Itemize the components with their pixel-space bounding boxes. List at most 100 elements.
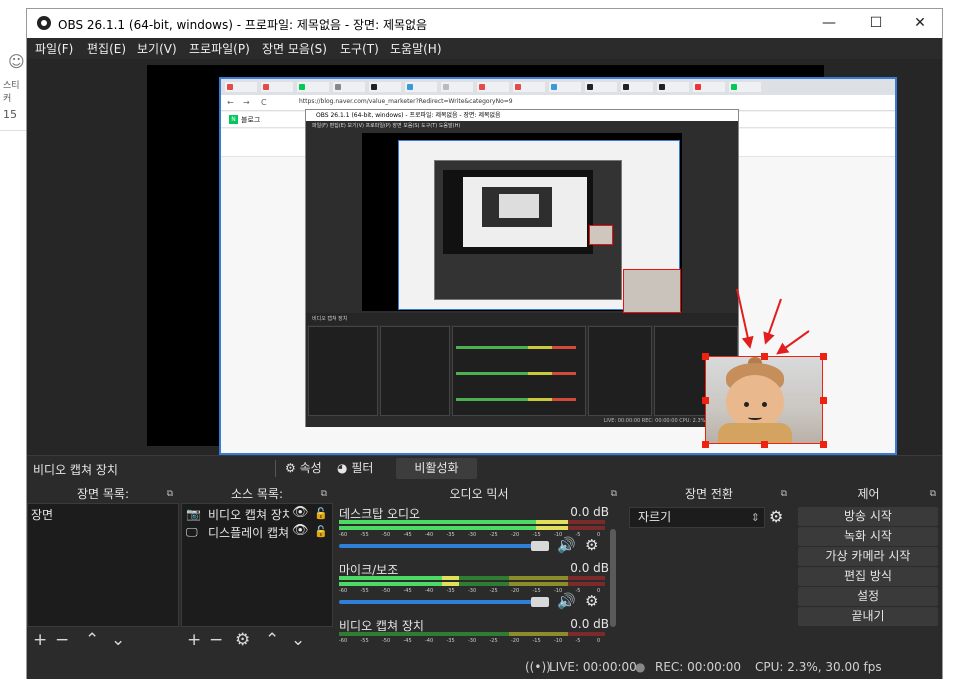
start-recording-button[interactable]: 녹화 시작	[798, 527, 938, 546]
volume-slider-knob[interactable]	[531, 541, 549, 551]
browser-tab-strip	[221, 79, 895, 95]
resize-handle[interactable]	[702, 441, 709, 448]
menu-help[interactable]: 도움말(H)	[390, 40, 442, 57]
db-tick-label: -60	[339, 532, 348, 538]
move-down-button[interactable]: ⌄	[111, 630, 125, 650]
transition-settings-gear-icon[interactable]: ⚙	[769, 507, 783, 526]
db-tick-label: -55	[360, 588, 369, 594]
db-tick-label: -5	[575, 638, 581, 644]
nested-title: OBS 26.1.1 (64-bit, windows) - 프로파일: 제목없…	[306, 110, 738, 121]
scene-item[interactable]: 장면	[31, 506, 53, 523]
resize-handle[interactable]	[820, 397, 827, 404]
resize-handle[interactable]	[820, 441, 827, 448]
level-meter	[339, 582, 605, 586]
mixer-body: 데스크탑 오디오 0.0 dB -60 -55 -50 -45 -40 -35 -30 -25…	[335, 503, 623, 653]
gear-icon[interactable]: ⚙	[585, 592, 598, 610]
db-tick-label: -60	[339, 588, 348, 594]
exit-button[interactable]: 끝내기	[798, 607, 938, 626]
move-down-button[interactable]: ⌄	[291, 630, 305, 650]
menu-view[interactable]: 보기(V)	[137, 40, 177, 57]
menu-profile[interactable]: 프로파일(P)	[189, 40, 250, 57]
reload-icon: C	[261, 98, 267, 107]
menu-tools[interactable]: 도구(T)	[340, 40, 379, 57]
maximize-button[interactable]: ☐	[854, 12, 898, 34]
db-tick-label: -55	[360, 532, 369, 538]
cpu-fps: CPU: 2.3%, 30.00 fps	[755, 660, 882, 674]
minimize-button[interactable]: —	[807, 12, 851, 34]
deactivate-button[interactable]: 비활성화	[396, 458, 477, 479]
float-icon[interactable]: ⧉	[167, 485, 173, 503]
monitor-icon: 🖵	[186, 525, 198, 539]
visibility-eye-icon[interactable]: 👁	[292, 505, 309, 520]
camera-icon: 📷	[186, 507, 201, 521]
volume-slider[interactable]	[339, 544, 541, 548]
menu-edit[interactable]: 편집(E)	[87, 40, 126, 57]
transitions-dock: 장면 전환 ⧉ 자르기 ⇕ ⚙	[625, 485, 793, 657]
visibility-eye-icon[interactable]: 👁	[292, 523, 309, 538]
filters-button[interactable]: ◕ 필터	[337, 459, 373, 478]
spinner-arrows-icon: ⇕	[750, 511, 760, 524]
source-item[interactable]: 🖵 디스플레이 캡쳐 👁 🔓	[186, 523, 330, 541]
volume-slider[interactable]	[339, 600, 541, 604]
float-icon[interactable]: ⧉	[321, 485, 327, 503]
source-item[interactable]: 📷 비디오 캡쳐 장치 👁 🔓	[186, 505, 330, 523]
level-meter	[339, 576, 605, 580]
db-tick-label: -50	[382, 588, 391, 594]
preview-area[interactable]: ← → C https://blog.naver.com/value_marke…	[27, 59, 942, 455]
db-tick-label: -20	[511, 532, 520, 538]
settings-button[interactable]: 설정	[798, 587, 938, 606]
resize-handle[interactable]	[702, 353, 709, 360]
db-tick-label: -5	[575, 588, 581, 594]
sources-dock: 소스 목록: ⧉ 📷 비디오 캡쳐 장치 👁 🔓 🖵 디스플레이 캡쳐 👁 🔓 +…	[181, 485, 333, 657]
add-source-button[interactable]: +	[187, 630, 201, 650]
nested-webcam-small	[589, 225, 613, 245]
menu-bar: 파일(F) 편집(E) 보기(V) 프로파일(P) 장면 모음(S) 도구(T)…	[27, 38, 942, 59]
studio-mode-button[interactable]: 편집 방식	[798, 567, 938, 586]
properties-button[interactable]: ⚙ 속성	[285, 459, 322, 478]
db-tick-label: -30	[468, 532, 477, 538]
annotation-arrows	[736, 288, 810, 355]
transition-select[interactable]: 자르기 ⇕	[629, 507, 765, 528]
source-settings-gear-icon[interactable]: ⚙	[235, 630, 250, 650]
resize-handle[interactable]	[820, 353, 827, 360]
speaker-icon[interactable]: 🔊	[557, 592, 576, 610]
resize-handle[interactable]	[702, 397, 709, 404]
nested-status: LIVE: 00:00:00 REC: 00:00:00 CPU: 2.3%, …	[306, 416, 738, 427]
db-tick-label: -25	[489, 532, 498, 538]
live-signal-icon: ((•))	[525, 660, 551, 674]
remove-source-button[interactable]: −	[209, 630, 223, 650]
lock-icon[interactable]: 🔓	[314, 507, 328, 520]
db-tick-label: -35	[446, 588, 455, 594]
db-tick-label: -45	[403, 638, 412, 644]
db-tick-label: -35	[446, 638, 455, 644]
float-icon[interactable]: ⧉	[930, 485, 936, 503]
start-virtual-camera-button[interactable]: 가상 카메라 시작	[798, 547, 938, 566]
back-icon: ←	[227, 98, 234, 107]
window-title: OBS 26.1.1 (64-bit, windows) - 프로파일: 제목없…	[58, 18, 428, 32]
menu-scene-collection[interactable]: 장면 모음(S)	[262, 40, 327, 57]
gear-icon: ⚙	[285, 461, 296, 475]
db-ticks: -60 -55 -50 -45 -40 -35 -30 -25 -20 -15 -10 -5 0	[339, 638, 605, 646]
start-streaming-button[interactable]: 방송 시작	[798, 507, 938, 526]
mixer-scrollbar[interactable]	[609, 525, 617, 643]
float-icon[interactable]: ⧉	[611, 485, 617, 503]
speaker-icon[interactable]: 🔊	[557, 536, 576, 554]
volume-slider-knob[interactable]	[531, 597, 549, 607]
move-up-button[interactable]: ⌃	[85, 630, 99, 650]
blog-label: 블로그	[241, 116, 261, 124]
mixer-channel: 데스크탑 오디오 0.0 dB -60 -55 -50 -45 -40 -35 -30 -25…	[339, 505, 613, 561]
transitions-title: 장면 전환	[685, 487, 733, 501]
remove-scene-button[interactable]: −	[55, 630, 69, 650]
move-up-button[interactable]: ⌃	[265, 630, 279, 650]
float-icon[interactable]: ⧉	[781, 485, 787, 503]
resize-handle[interactable]	[761, 441, 768, 448]
webcam-source[interactable]	[705, 356, 823, 444]
lock-icon[interactable]: 🔓	[314, 525, 328, 538]
db-tick-label: -25	[489, 638, 498, 644]
gear-icon[interactable]: ⚙	[585, 536, 598, 554]
nested-menu: 파일(F) 편집(E) 보기(V) 프로파일(P) 장면 모음(S) 도구(T)…	[312, 123, 461, 129]
close-button[interactable]: ✕	[898, 12, 942, 34]
add-scene-button[interactable]: +	[33, 630, 47, 650]
sticker-icon[interactable]: ☺	[8, 52, 25, 71]
menu-file[interactable]: 파일(F)	[35, 40, 73, 57]
